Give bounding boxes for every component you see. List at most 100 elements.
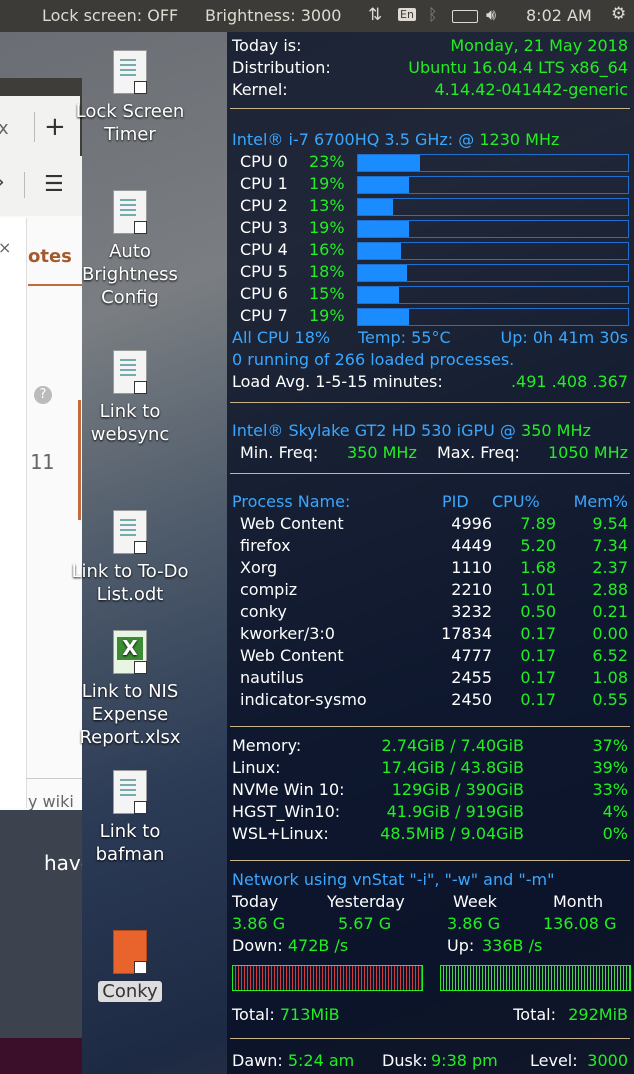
process-pid: 2210 — [451, 580, 492, 599]
process-row: Web Content 4996 7.89 9.54 — [240, 514, 634, 533]
storage-percent: 37% — [592, 736, 628, 755]
cpu-load-bar — [357, 308, 629, 326]
cpu-name: CPU 7 — [240, 306, 288, 325]
cpu-load-fill — [358, 265, 407, 281]
storage-used: 48.5MiB / 9.04GiB — [380, 824, 524, 843]
uptime: Up: 0h 41m 30s — [500, 328, 628, 347]
process-cpu: 0.17 — [520, 690, 556, 709]
process-pid: 4449 — [451, 536, 492, 555]
document-icon — [113, 510, 147, 554]
new-tab-button[interactable]: + — [44, 112, 66, 142]
info-value: Monday, 21 May 2018 — [450, 36, 628, 55]
websync-link-icon[interactable]: Link to websync — [65, 350, 195, 446]
storage-used: 41.9GiB / 919GiB — [386, 802, 524, 821]
clock[interactable]: 8:02 AM — [526, 6, 592, 25]
load-average: Load Avg. 1-5-15 minutes: .491 .408 .367 — [232, 372, 630, 391]
cpu-load-bar — [357, 198, 629, 216]
conky-file-icon — [113, 930, 147, 974]
dusk-value: 9:38 pm — [431, 1051, 498, 1070]
close-icon[interactable]: × — [0, 238, 11, 257]
gpu-model: Intel® Skylake GT2 HD 530 iGPU @ — [232, 421, 522, 440]
storage-percent: 33% — [592, 780, 628, 799]
down-value: 472B /s — [287, 936, 349, 955]
process-count: 0 running of 266 loaded processes. — [232, 350, 515, 369]
process-row: Web Content 4777 0.17 6.52 — [240, 646, 634, 665]
process-name: firefox — [240, 536, 291, 555]
info-row-distribution: Distribution: Ubuntu 16.04.4 LTS x86_64 — [232, 58, 630, 77]
network-arrows-icon[interactable]: ⇅ — [368, 5, 382, 25]
cpu-load-fill — [358, 155, 421, 171]
cpu-title: Intel® i-7 6700HQ 3.5 GHz: @ 1230 MHz — [232, 130, 630, 149]
process-mem: 0.00 — [592, 624, 628, 643]
max-freq-label: Max. Freq: — [437, 443, 520, 462]
cpu-percent: 13% — [309, 196, 345, 215]
auto-brightness-config-icon[interactable]: Auto Brightness Config — [65, 190, 195, 309]
cpu-name: CPU 1 — [240, 174, 288, 193]
storage-percent: 0% — [602, 824, 628, 843]
icon-label: Auto Brightness Config — [82, 241, 178, 308]
storage-label: NVMe Win 10: — [232, 780, 345, 799]
process-row: conky 3232 0.50 0.21 — [240, 602, 634, 621]
gpu-title: Intel® Skylake GT2 HD 530 iGPU @ 350 MHz — [232, 421, 630, 440]
gpu-freq-range: Min. Freq: 350 MHz Max. Freq: 1050 MHz — [240, 443, 634, 462]
cpu-load-fill — [358, 287, 399, 303]
menu-icon[interactable]: ☰ — [44, 172, 64, 197]
cpu-name: CPU 2 — [240, 196, 288, 215]
storage-row: HGST_Win10: 41.9GiB / 919GiB 4% — [232, 802, 630, 821]
number-text: 11 — [30, 450, 55, 474]
process-cpu: 0.17 — [520, 668, 556, 687]
process-name: Web Content — [240, 646, 344, 665]
process-row: compiz 2210 1.01 2.88 — [240, 580, 634, 599]
process-mem: 2.88 — [592, 580, 628, 599]
storage-percent: 4% — [602, 802, 628, 821]
cpu-percent: 23% — [309, 152, 345, 171]
cpu-load-fill — [358, 309, 410, 325]
conky-icon[interactable]: Conky — [65, 930, 195, 1003]
divider — [230, 860, 630, 861]
header-pid: PID — [442, 492, 469, 511]
process-mem: 6.52 — [592, 646, 628, 665]
tab-close-icon[interactable]: x — [0, 118, 9, 139]
process-mem: 0.55 — [592, 690, 628, 709]
cpu-percent: 15% — [309, 284, 345, 303]
gear-icon[interactable]: ⚙ — [611, 4, 626, 24]
expense-report-link-icon[interactable]: X Link to NIS Expense Report.xlsx — [65, 630, 195, 749]
lock-screen-indicator[interactable]: Lock screen: OFF — [42, 6, 178, 25]
divider — [230, 473, 630, 474]
bafman-link-icon[interactable]: Link to bafman — [65, 770, 195, 866]
process-pid: 17834 — [441, 624, 492, 643]
process-row: indicator-sysmo 2450 0.17 0.55 — [240, 690, 634, 709]
storage-label: WSL+Linux: — [232, 824, 329, 843]
cpu-load-bar — [357, 220, 629, 238]
storage-used: 129GiB / 390GiB — [391, 780, 524, 799]
process-cpu: 5.20 — [520, 536, 556, 555]
total-label: Total: — [513, 1005, 556, 1024]
storage-row: NVMe Win 10: 129GiB / 390GiB 33% — [232, 780, 630, 799]
bluetooth-icon[interactable]: ᛒ — [428, 5, 438, 24]
net-header: Month — [553, 892, 604, 911]
load-label: Load Avg. 1-5-15 minutes: — [232, 372, 443, 391]
brightness-indicator[interactable]: Brightness: 3000 — [205, 6, 341, 25]
level-label: Level: — [530, 1051, 578, 1070]
process-row: Xorg 1110 1.68 2.37 — [240, 558, 634, 577]
help-icon[interactable]: ? — [34, 386, 52, 404]
volume-icon[interactable]: 🔊︎ — [486, 5, 496, 25]
conky-panel: Today is: Monday, 21 May 2018 Distributi… — [227, 32, 634, 1074]
process-row: kworker/3:0 17834 0.17 0.00 — [240, 624, 634, 643]
process-mem: 1.08 — [592, 668, 628, 687]
cpu-freq: 1230 MHz — [479, 130, 560, 149]
top-panel: Lock screen: OFF Brightness: 3000 ⇅ En ᛒ… — [0, 0, 634, 32]
lock-screen-timer-icon[interactable]: Lock Screen Timer — [65, 50, 195, 146]
min-freq-value: 350 MHz — [347, 443, 417, 462]
cpu-load-fill — [358, 221, 410, 237]
upload-graph — [440, 965, 631, 991]
todo-list-link-icon[interactable]: Link to To-Do List.odt — [65, 510, 195, 606]
process-mem: 0.21 — [592, 602, 628, 621]
keyboard-layout-indicator[interactable]: En — [398, 8, 416, 21]
battery-icon[interactable] — [452, 10, 478, 23]
spreadsheet-icon: X — [113, 630, 147, 674]
process-pid: 1110 — [451, 558, 492, 577]
chevron-right-icon[interactable]: › — [0, 170, 5, 195]
up-value: 336B /s — [482, 936, 543, 955]
process-name: kworker/3:0 — [240, 624, 335, 643]
